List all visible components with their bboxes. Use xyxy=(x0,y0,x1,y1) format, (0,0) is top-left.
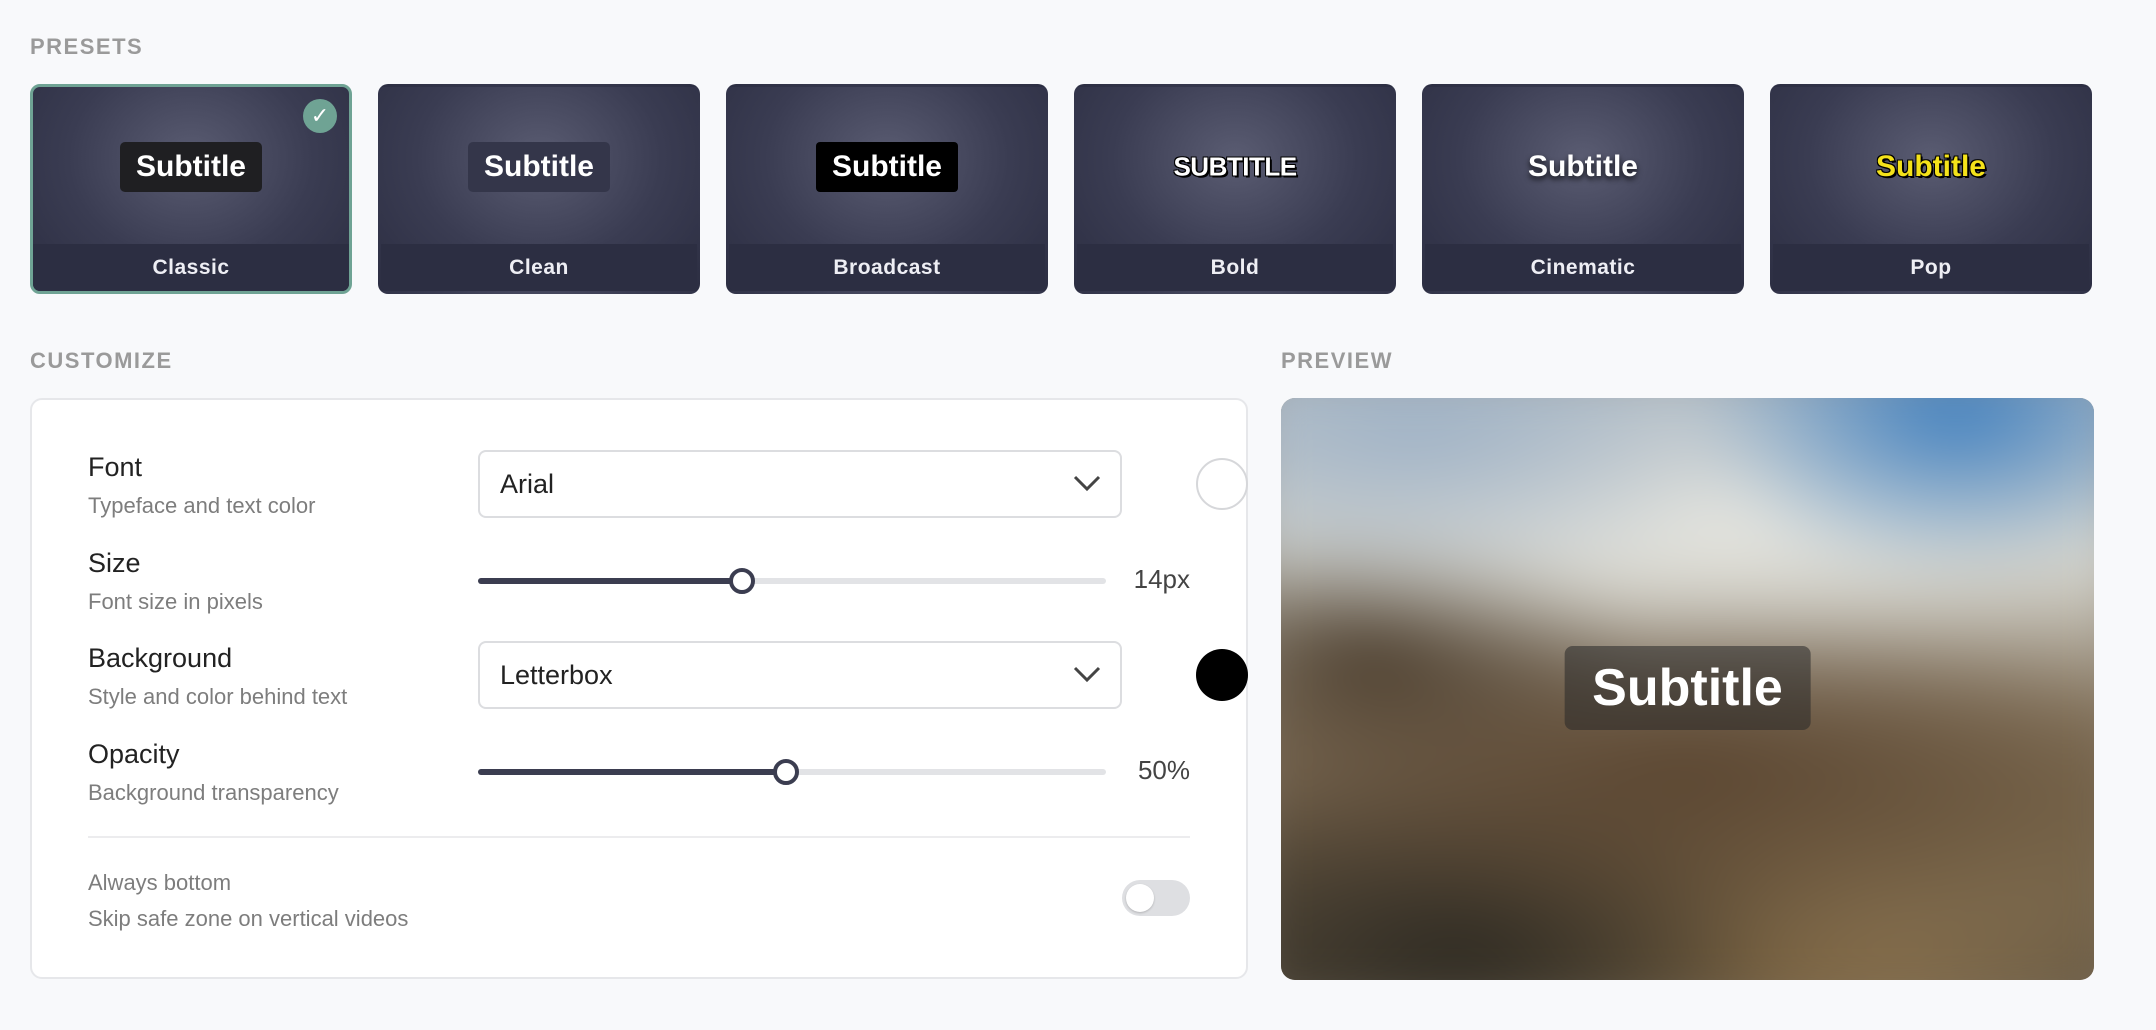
presets-row: Subtitle Classic ✓ Subtitle Clean Subtit… xyxy=(30,84,2092,294)
preset-label: Classic xyxy=(33,244,349,291)
preset-label: Broadcast xyxy=(729,244,1045,291)
preset-bold[interactable]: SUBTITLE Bold xyxy=(1074,84,1396,294)
opacity-slider-fill xyxy=(478,769,786,775)
background-select[interactable]: Letterbox xyxy=(478,641,1122,709)
preset-sample-text: Subtitle xyxy=(816,142,958,192)
toggle-knob xyxy=(1126,884,1154,912)
opacity-slider-thumb[interactable] xyxy=(772,759,799,785)
preview-section-title: PREVIEW xyxy=(1281,348,1393,373)
chevron-down-icon xyxy=(1073,666,1101,683)
size-description: Font size in pixels xyxy=(88,589,263,614)
opacity-description: Background transparency xyxy=(88,780,339,805)
preview-panel: Subtitle xyxy=(1281,398,2094,980)
background-row: Background Style and color behind text L… xyxy=(88,641,1248,713)
opacity-value: 50% xyxy=(1137,755,1190,785)
preset-sample-text: Subtitle xyxy=(1528,150,1638,183)
customize-card: Font Typeface and text color Arial Size … xyxy=(30,398,1248,979)
preset-sample-text: SUBTITLE xyxy=(1173,151,1297,182)
size-slider-thumb[interactable] xyxy=(728,568,755,594)
background-select-value: Letterbox xyxy=(500,659,613,690)
preset-label: Pop xyxy=(1773,244,2089,291)
presets-section-title: PRESETS xyxy=(30,34,144,59)
font-select-value: Arial xyxy=(500,468,555,499)
opacity-slider[interactable] xyxy=(478,759,1106,785)
background-color-swatch[interactable] xyxy=(1196,649,1248,701)
preset-classic[interactable]: Subtitle Classic ✓ xyxy=(30,84,352,294)
checkmark-icon: ✓ xyxy=(303,99,337,133)
size-value: 14px xyxy=(1133,564,1190,594)
preset-sample-text: Subtitle xyxy=(120,142,262,192)
opacity-row: Opacity Background transparency 50% xyxy=(88,739,1190,809)
preset-cinematic[interactable]: Subtitle Cinematic xyxy=(1422,84,1744,294)
preset-label: Clean xyxy=(381,244,697,291)
size-label: Size xyxy=(88,548,141,578)
preset-clean[interactable]: Subtitle Clean xyxy=(378,84,700,294)
always-bottom-toggle[interactable] xyxy=(1122,880,1190,916)
font-select[interactable]: Arial xyxy=(478,450,1122,518)
divider xyxy=(88,836,1190,838)
always-bottom-row: Always bottom Skip safe zone on vertical… xyxy=(88,870,1190,940)
size-row: Size Font size in pixels 14px xyxy=(88,548,1190,618)
font-row: Font Typeface and text color Arial xyxy=(88,450,1248,522)
preset-pop[interactable]: Subtitle Pop xyxy=(1770,84,2092,294)
preset-label: Bold xyxy=(1077,244,1393,291)
preset-broadcast[interactable]: Subtitle Broadcast xyxy=(726,84,1048,294)
preset-sample-text: Subtitle xyxy=(468,142,610,192)
preset-sample-text: Subtitle xyxy=(1876,150,1986,183)
preset-label: Cinematic xyxy=(1425,244,1741,291)
chevron-down-icon xyxy=(1073,475,1101,492)
size-slider[interactable] xyxy=(478,568,1106,594)
size-slider-fill xyxy=(478,578,742,584)
always-bottom-description: Skip safe zone on vertical videos xyxy=(88,906,409,931)
opacity-label: Opacity xyxy=(88,739,180,769)
preview-caption: Subtitle xyxy=(1564,646,1811,730)
font-color-swatch[interactable] xyxy=(1196,458,1248,510)
customize-section-title: CUSTOMIZE xyxy=(30,348,173,373)
always-bottom-label: Always bottom xyxy=(88,870,232,895)
